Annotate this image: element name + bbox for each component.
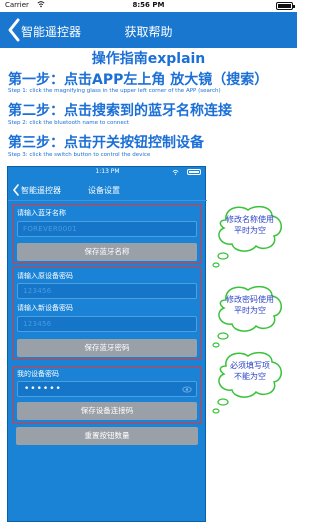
thought-bubble-icon [212,205,282,268]
bluetooth-name-label: 请输入蓝牙名称 [17,209,66,217]
device-connect-code-group: 我的设备密码 •••••• 保存设备连接码 [13,366,201,424]
thought-bubble-icon [212,285,282,348]
device-settings-screenshot: 1:13 PM 智能遥控器 设备设置 请输入蓝牙名称 FOREVER0001 保… [7,166,207,522]
bluetooth-name-input[interactable]: FOREVER0001 [17,221,197,237]
battery-icon [187,169,201,175]
new-password-label: 请输入新设备密码 [17,304,73,312]
page-title: 获取帮助 [124,25,173,39]
status-time: 8:56 PM [132,1,165,9]
name-note-bubble: 修改名称使用 平时为空 [210,202,286,272]
required-note-text: 必须填写项 不能为空 [230,361,270,381]
screenshot-nav-bar: 智能遥控器 设备设置 [8,179,207,201]
bluetooth-name-placeholder: FOREVER0001 [23,225,78,233]
save-bluetooth-name-button[interactable]: 保存蓝牙名称 [17,243,197,261]
password-note-bubble: 修改密码使用 平时为空 [210,282,286,352]
old-password-input[interactable]: 123456 [17,283,197,299]
step-1-desc: Step 1: click the magnifying glass in th… [8,88,221,94]
guide-title: 操作指南explain [91,51,206,67]
password-note-text: 修改密码使用 平时为空 [226,295,274,315]
new-password-input[interactable]: 123456 [17,316,197,332]
old-password-label: 请输入原设备密码 [17,272,73,280]
required-note-bubble: 必须填写项 不能为空 [210,348,286,418]
battery-icon [276,2,295,10]
step-3-title: 第三步：点击开关按钮控制设备 [8,135,204,151]
thought-bubble-icon [212,351,282,414]
bluetooth-name-group: 请输入蓝牙名称 FOREVER0001 保存蓝牙名称 [13,204,201,264]
name-note-text: 修改名称使用 平时为空 [226,215,274,235]
reset-button-count-button[interactable]: 重置按钮数量 [16,427,198,445]
device-password-label: 我的设备密码 [17,370,59,378]
navigation-bar: 智能遥控器 获取帮助 [0,12,297,48]
back-chevron-icon [12,184,19,196]
screenshot-status-bar: 1:13 PM [8,167,207,178]
device-password-group: 请输入原设备密码 123456 请输入新设备密码 123456 保存蓝牙密码 [13,267,201,360]
step-2-desc: Step 2: click the bluetooth name to conn… [8,120,129,126]
save-connect-code-button[interactable]: 保存设备连接码 [17,402,197,420]
help-content: 操作指南explain 第一步：点击APP左上角 放大镜（搜索） Step 1:… [0,48,297,528]
step-2-title: 第二步：点击搜索到的蓝牙名称连接 [8,103,232,119]
new-password-placeholder: 123456 [23,320,52,328]
screenshot-back-label: 智能遥控器 [21,186,61,195]
wifi-icon [172,169,179,175]
device-password-value: •••••• [24,384,62,394]
step-1-title: 第一步：点击APP左上角 放大镜（搜索） [8,72,269,88]
device-password-input[interactable]: •••••• [17,381,197,397]
old-password-placeholder: 123456 [23,287,52,295]
screenshot-title: 设备设置 [88,186,120,195]
status-bar: Carrier 8:56 PM [0,0,297,12]
save-bluetooth-password-button[interactable]: 保存蓝牙密码 [17,339,197,357]
eye-icon[interactable] [182,385,192,394]
step-3-desc: Step 3: click the switch button to contr… [8,152,151,158]
